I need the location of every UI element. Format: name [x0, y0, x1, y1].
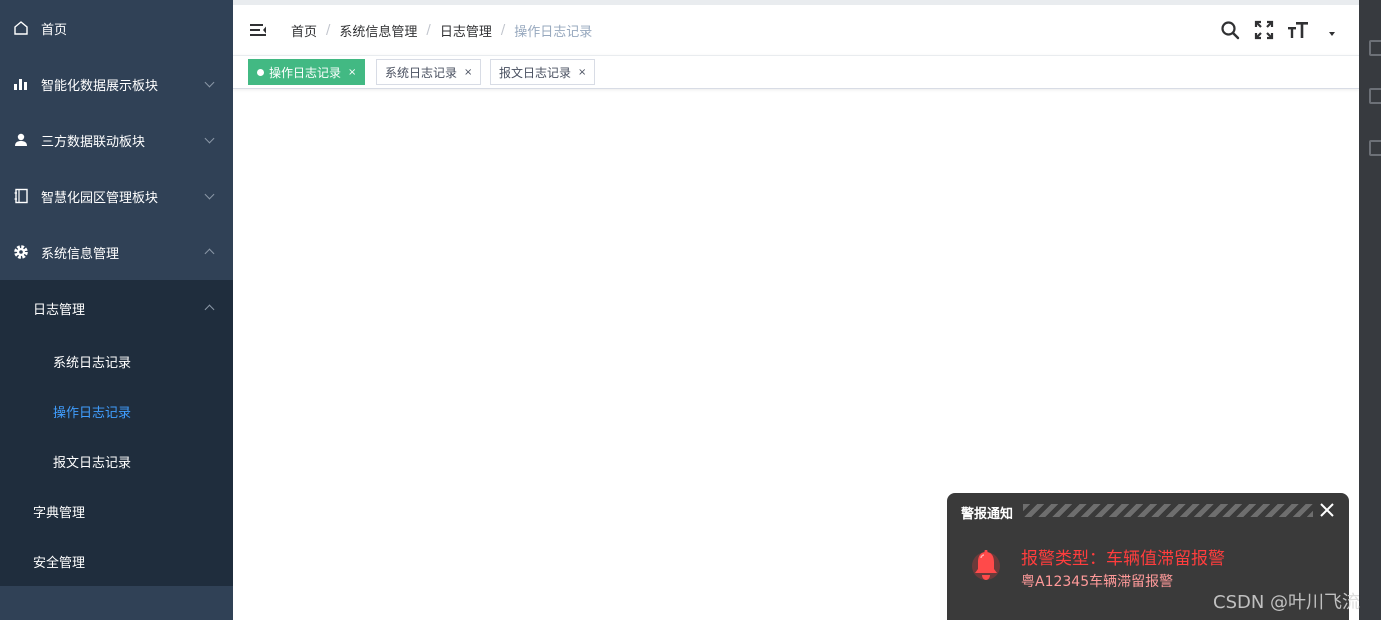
close-icon[interactable]: × — [464, 67, 472, 78]
navbar-tools — [1213, 17, 1349, 43]
panel-icon — [1369, 140, 1381, 156]
side-panel-edge — [1359, 0, 1381, 620]
sidebar-item-system-info[interactable]: 系统信息管理 — [0, 224, 233, 280]
app-window: 首页 智能化数据展示板块 三方数据联动板块 智慧化园区管理板块 系统信息管理 日… — [0, 0, 1381, 620]
tag-system-log[interactable]: 系统日志记录 × — [376, 59, 482, 85]
tags-view: 操作日志记录 × 系统日志记录 × 报文日志记录 × — [233, 55, 1359, 89]
sidebar-item-third-party[interactable]: 三方数据联动板块 — [0, 112, 233, 168]
notification-header: 警报通知 — [947, 493, 1349, 527]
fullscreen-icon[interactable] — [1247, 17, 1281, 43]
dropdown-caret-icon[interactable] — [1315, 17, 1349, 43]
breadcrumb-home[interactable]: 首页 — [291, 21, 317, 40]
sidebar-item-label: 报文日志记录 — [53, 455, 132, 471]
sidebar-item-operation-log[interactable]: 操作日志记录 — [0, 386, 233, 436]
alarm-type-text: 报警类型：车辆值滞留报警 — [1021, 549, 1225, 569]
tag-operation-log[interactable]: 操作日志记录 × — [248, 59, 366, 85]
chevron-down-icon — [204, 77, 215, 88]
sidebar-item-dictionary[interactable]: 字典管理 — [0, 486, 233, 536]
sidebar-item-home[interactable]: 首页 — [0, 0, 233, 56]
sidebar-item-message-log[interactable]: 报文日志记录 — [0, 436, 233, 486]
search-icon[interactable] — [1213, 17, 1247, 43]
sidebar-item-system-log[interactable]: 系统日志记录 — [0, 336, 233, 386]
sidebar-item-label: 安全管理 — [33, 555, 86, 571]
alarm-detail-text: 粤A12345车辆滞留报警 — [1021, 574, 1174, 590]
navbar: 首页 / 系统信息管理 / 日志管理 / 操作日志记录 — [233, 5, 1359, 55]
sidebar-item-label: 系统信息管理 — [41, 246, 120, 262]
sidebar-item-log-management[interactable]: 日志管理 — [0, 280, 233, 336]
breadcrumb-separator: / — [326, 23, 331, 38]
breadcrumb-separator: / — [500, 23, 506, 38]
chevron-up-icon — [204, 304, 215, 315]
user-icon — [12, 131, 30, 149]
panel-icon — [1369, 88, 1381, 104]
active-dot-icon — [257, 68, 264, 76]
sidebar-item-security[interactable]: 安全管理 — [0, 536, 233, 586]
chevron-down-icon — [204, 133, 215, 144]
gear-icon — [12, 243, 30, 261]
close-icon[interactable] — [1319, 502, 1335, 518]
notification-title: 警报通知 — [961, 507, 1014, 522]
sidebar-item-label: 日志管理 — [33, 302, 86, 318]
watermark: CSDN @叶川飞流 — [1213, 592, 1361, 613]
close-icon[interactable]: × — [578, 67, 586, 78]
breadcrumb-system-info[interactable]: 系统信息管理 — [339, 21, 417, 40]
font-size-icon[interactable] — [1281, 17, 1315, 43]
bar-chart-icon — [12, 75, 30, 93]
chevron-down-icon — [204, 189, 215, 200]
notebook-icon — [12, 187, 30, 205]
close-icon[interactable]: × — [348, 67, 356, 78]
sidebar-item-label: 智能化数据展示板块 — [41, 78, 159, 94]
breadcrumb-log-management[interactable]: 日志管理 — [440, 21, 492, 40]
bell-icon — [971, 548, 1001, 584]
tag-label: 报文日志记录 — [499, 65, 572, 80]
hamburger-icon[interactable] — [249, 20, 269, 40]
breadcrumb-current: 操作日志记录 — [514, 25, 593, 40]
panel-icon — [1369, 40, 1381, 56]
tag-label: 系统日志记录 — [385, 65, 458, 80]
breadcrumb: 首页 / 系统信息管理 / 日志管理 / 操作日志记录 — [291, 21, 592, 40]
sidebar-item-label: 字典管理 — [33, 505, 86, 521]
submenu-system-info: 日志管理 系统日志记录 操作日志记录 报文日志记录 字典管理 安全管理 — [0, 280, 233, 586]
sidebar-item-park-management[interactable]: 智慧化园区管理板块 — [0, 168, 233, 224]
sidebar: 首页 智能化数据展示板块 三方数据联动板块 智慧化园区管理板块 系统信息管理 日… — [0, 0, 233, 620]
sidebar-item-label: 三方数据联动板块 — [41, 134, 146, 150]
tag-label: 操作日志记录 — [269, 65, 342, 80]
hazard-stripes — [1023, 504, 1313, 517]
sidebar-item-label: 首页 — [41, 22, 68, 38]
sidebar-item-label: 系统日志记录 — [53, 355, 132, 371]
breadcrumb-separator: / — [426, 23, 431, 38]
sidebar-item-label: 操作日志记录 — [53, 405, 132, 421]
tag-message-log[interactable]: 报文日志记录 × — [490, 59, 596, 85]
chevron-up-icon — [204, 248, 215, 259]
home-icon — [12, 19, 30, 37]
sidebar-item-data-display[interactable]: 智能化数据展示板块 — [0, 56, 233, 112]
sidebar-item-label: 智慧化园区管理板块 — [41, 190, 159, 206]
